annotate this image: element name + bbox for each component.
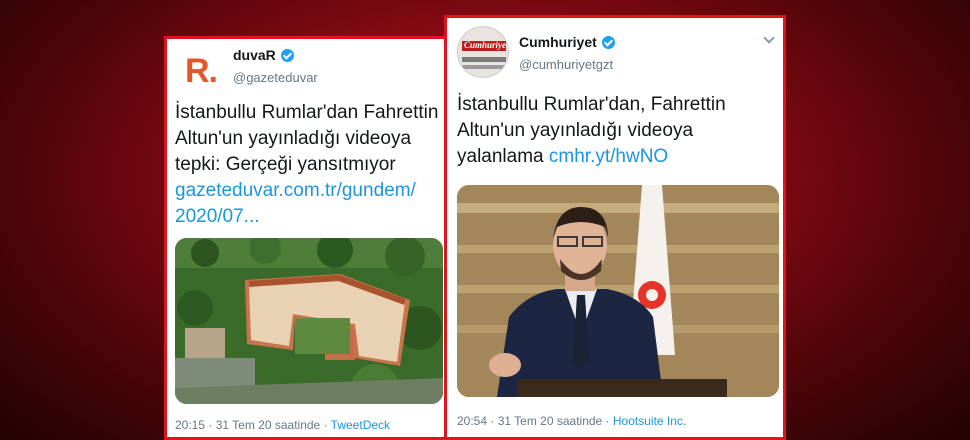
logo-band	[462, 57, 506, 62]
tweet-link[interactable]: cmhr.yt/hwNO	[549, 146, 668, 167]
verified-badge-icon	[601, 35, 615, 49]
tweet-source-link[interactable]: TweetDeck	[331, 418, 390, 432]
tweet-card-cumhuriyet[interactable]: Cumhuriyet Cumhuriyet @cumhuriyetgzt İst…	[444, 15, 786, 440]
tweet-card-duvar[interactable]: R. duvaR @gazeteduvar İstanbullu Rumlar'…	[164, 36, 447, 440]
user-handle[interactable]: @gazeteduvar	[233, 70, 318, 85]
display-name[interactable]: duvaR	[233, 47, 276, 63]
tweet-text: İstanbullu Rumlar'dan, Fahrettin Altun'u…	[457, 92, 777, 170]
avatar[interactable]: Cumhuriyet	[457, 26, 509, 78]
user-handle[interactable]: @cumhuriyetgzt	[519, 57, 613, 72]
tweet-metadata: 20:15 · 31 Tem 20 saatinde · TweetDeck	[175, 418, 390, 432]
avatar[interactable]: R.	[179, 49, 223, 93]
verified-badge-icon	[280, 48, 294, 62]
tweet-media-aerial-photo[interactable]	[175, 238, 443, 404]
avatar-logo-letter: R.	[185, 51, 218, 90]
display-name[interactable]: Cumhuriyet	[519, 34, 597, 50]
tweet-link[interactable]: gazeteduvar.com.tr/gundem/ 2020/07...	[175, 180, 416, 227]
logo-band	[462, 65, 506, 69]
speaker-photo-icon	[457, 185, 779, 397]
tweet-timestamp[interactable]: 20:54 · 31 Tem 20 saatinde ·	[457, 414, 613, 428]
tweet-timestamp[interactable]: 20:15 · 31 Tem 20 saatinde ·	[175, 418, 331, 432]
tweet-metadata: 20:54 · 31 Tem 20 saatinde · Hootsuite I…	[457, 414, 686, 428]
tweet-source-link[interactable]: Hootsuite Inc.	[613, 414, 686, 428]
author-name-row[interactable]: duvaR	[233, 47, 294, 63]
chevron-down-icon[interactable]	[763, 32, 775, 44]
author-name-row[interactable]: Cumhuriyet	[519, 34, 615, 50]
tweet-body: İstanbullu Rumlar'dan Fahrettin Altun'un…	[175, 102, 439, 175]
aerial-photo-icon	[175, 238, 443, 404]
avatar-logo-text: Cumhuriyet	[464, 40, 509, 50]
tweet-media-speaker-photo[interactable]	[457, 185, 779, 397]
tweet-text: İstanbullu Rumlar'dan Fahrettin Altun'un…	[175, 100, 444, 230]
